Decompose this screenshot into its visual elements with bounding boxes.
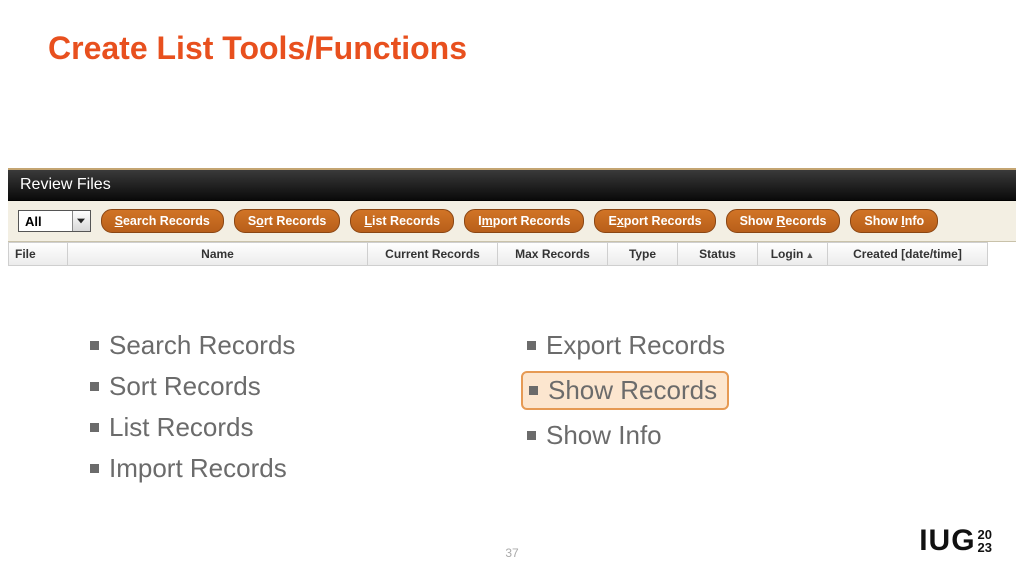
- toolbar-button-1[interactable]: Sort Records: [234, 209, 341, 233]
- list-item-label: Sort Records: [109, 371, 261, 402]
- bullet-icon: [90, 382, 99, 391]
- list-item-label: Search Records: [109, 330, 295, 361]
- logo-text: IUG: [919, 524, 975, 558]
- toolbar-button-5[interactable]: Show Records: [726, 209, 841, 233]
- conference-logo: IUG 20 23: [919, 524, 992, 558]
- bullet-icon: [90, 464, 99, 473]
- bullet-icon: [90, 341, 99, 350]
- list-item: Import Records: [90, 453, 527, 484]
- list-item-label: Show Records: [548, 375, 717, 406]
- column-header[interactable]: Max Records: [498, 242, 608, 266]
- bullet-icon: [527, 431, 536, 440]
- highlighted-item: Show Records: [521, 371, 729, 410]
- sort-indicator-icon: ▲: [805, 250, 814, 260]
- bullet-icon: [527, 341, 536, 350]
- table-header: FileNameCurrent RecordsMax RecordsTypeSt…: [8, 242, 1016, 266]
- list-item: Export Records: [527, 330, 964, 361]
- filter-dropdown[interactable]: All: [18, 210, 91, 232]
- column-header[interactable]: Status: [678, 242, 758, 266]
- column-header[interactable]: Login▲: [758, 242, 828, 266]
- logo-year-bottom: 23: [978, 541, 992, 554]
- column-header[interactable]: Created [date/time]: [828, 242, 988, 266]
- toolbar-button-2[interactable]: List Records: [350, 209, 454, 233]
- column-header[interactable]: Type: [608, 242, 678, 266]
- column-header[interactable]: Current Records: [368, 242, 498, 266]
- list-item-label: Import Records: [109, 453, 287, 484]
- list-item-label: Show Info: [546, 420, 662, 451]
- window-title-bar: Review Files: [8, 170, 1016, 201]
- toolbar-button-0[interactable]: Search Records: [101, 209, 224, 233]
- list-item: Search Records: [90, 330, 527, 361]
- column-header[interactable]: File: [8, 242, 68, 266]
- slide-title: Create List Tools/Functions: [0, 0, 1024, 67]
- bullet-icon: [90, 423, 99, 432]
- toolbar: All Search Records Sort Records List Recor…: [8, 201, 1016, 242]
- dropdown-value: All: [19, 214, 72, 229]
- toolbar-button-4[interactable]: Export Records: [594, 209, 715, 233]
- list-item: Show Records: [527, 371, 964, 410]
- toolbar-button-3[interactable]: Import Records: [464, 209, 584, 233]
- page-number: 37: [0, 546, 1024, 560]
- column-header[interactable]: Name: [68, 242, 368, 266]
- list-item-label: List Records: [109, 412, 254, 443]
- chevron-down-icon: [72, 211, 90, 231]
- list-item: List Records: [90, 412, 527, 443]
- bullet-icon: [529, 386, 538, 395]
- toolbar-button-6[interactable]: Show Info: [850, 209, 938, 233]
- list-item-label: Export Records: [546, 330, 725, 361]
- function-list: Search Records Sort Records List Records Im…: [90, 330, 964, 494]
- list-item: Sort Records: [90, 371, 527, 402]
- list-item: Show Info: [527, 420, 964, 451]
- app-screenshot: Review Files All Search Records Sort Reco…: [8, 168, 1016, 266]
